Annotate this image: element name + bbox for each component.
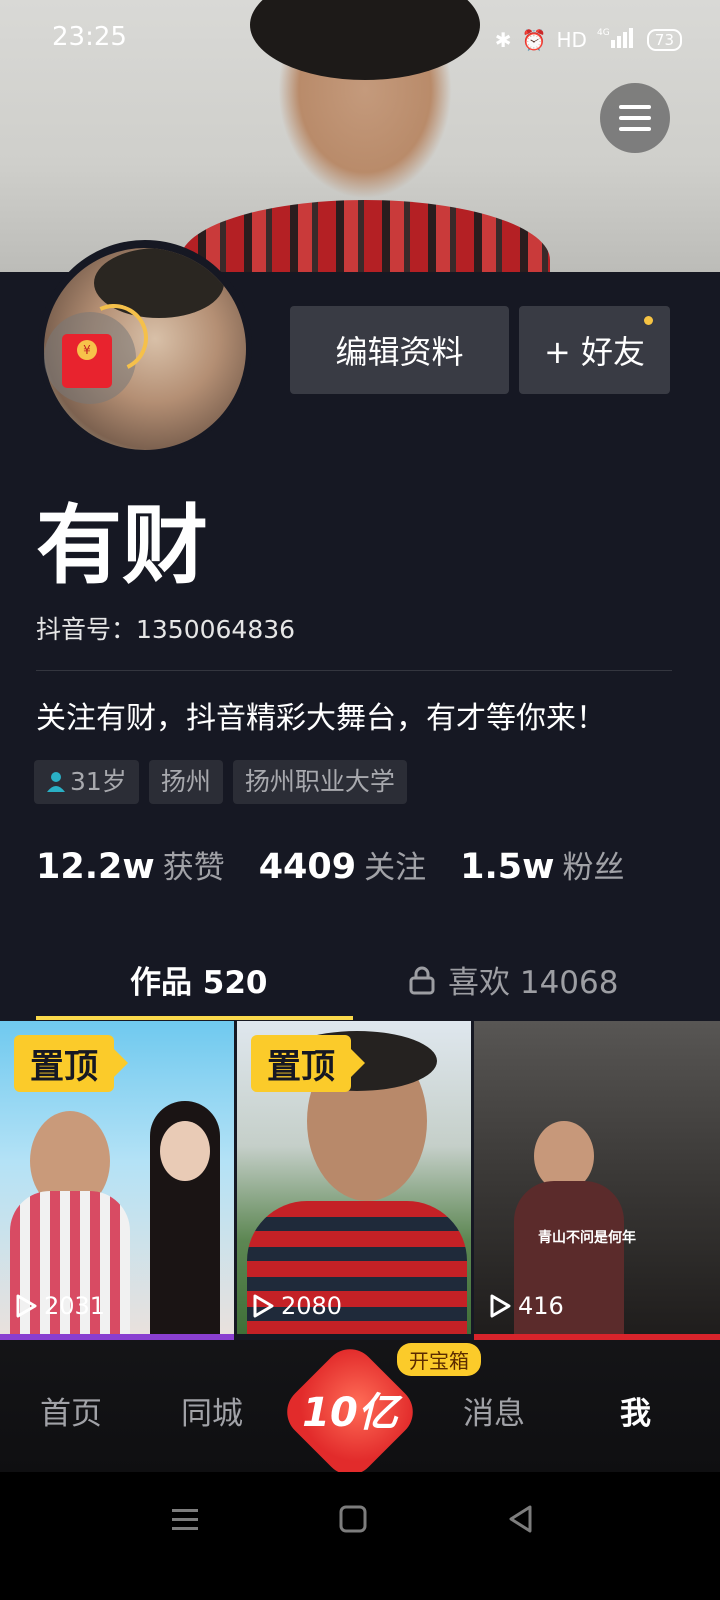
coin-icon: ¥ <box>77 340 97 360</box>
stat-value: 1.5w <box>460 847 555 887</box>
video-caption: 青山不问是何年 <box>538 1230 636 1246</box>
tag-label: 扬州 <box>160 767 211 796</box>
nav-home[interactable]: 首页 <box>40 1388 102 1433</box>
stat-followers[interactable]: 1.5w 粉丝 <box>460 842 624 887</box>
tag-school[interactable]: 扬州职业大学 <box>232 760 407 804</box>
video-tile[interactable]: 置顶 2080 <box>237 1021 471 1334</box>
video-tile[interactable]: 青山不问是何年 416 <box>474 1021 720 1334</box>
alarm-icon: ⏰ <box>521 27 547 52</box>
bluetooth-icon: ✱ <box>494 27 512 52</box>
tag-age[interactable]: 31岁 <box>34 760 139 804</box>
stat-value: 12.2w <box>36 847 155 887</box>
stat-label: 粉丝 <box>562 850 625 886</box>
nav-city[interactable]: 同城 <box>181 1388 243 1433</box>
back-icon[interactable] <box>504 1502 538 1536</box>
video-tile[interactable]: 置顶 2031 <box>0 1021 234 1334</box>
status-time: 23:25 <box>52 22 127 52</box>
tag-label: 扬州职业大学 <box>244 767 395 796</box>
play-count: 416 <box>488 1292 564 1320</box>
notification-dot <box>644 316 653 325</box>
pinned-badge: 置顶 <box>14 1035 128 1092</box>
profile-bio: 关注有财，抖音精彩大舞台，有才等你来！ <box>36 701 606 736</box>
signal-icon: 4G <box>597 26 637 53</box>
lock-icon <box>409 966 435 994</box>
nav-messages[interactable]: 消息 <box>463 1388 525 1433</box>
play-icon <box>253 1294 274 1318</box>
tab-likes[interactable]: 喜欢 14068 <box>408 957 618 1002</box>
person-icon <box>47 772 65 792</box>
battery-icon: 73 <box>646 28 682 51</box>
play-count-value: 2031 <box>44 1292 106 1320</box>
menu-button[interactable] <box>600 83 670 153</box>
video-person <box>160 1121 210 1181</box>
tab-indicator <box>36 1016 353 1020</box>
stat-following[interactable]: 4409 关注 <box>259 842 426 887</box>
edit-profile-button[interactable]: 编辑资料 <box>290 306 509 394</box>
network-label: HD <box>556 27 587 52</box>
treasure-amount: 10亿 <box>302 1390 398 1436</box>
menu-icon-line <box>619 116 651 120</box>
recents-icon[interactable] <box>168 1502 202 1536</box>
signal-type: 4G <box>597 28 610 38</box>
divider <box>36 670 672 671</box>
system-nav-bar <box>0 1472 720 1600</box>
play-count: 2080 <box>251 1292 342 1320</box>
stat-label: 获赞 <box>162 850 225 886</box>
stat-likes[interactable]: 12.2w 获赞 <box>36 842 225 887</box>
nav-me[interactable]: 我 <box>620 1388 651 1433</box>
pinned-badge: 置顶 <box>251 1035 365 1092</box>
play-count: 2031 <box>14 1292 105 1320</box>
profile-name: 有财 <box>36 496 208 596</box>
play-count-value: 2080 <box>281 1292 343 1320</box>
play-icon <box>16 1294 37 1318</box>
play-icon <box>490 1294 511 1318</box>
play-count-value: 416 <box>518 1292 564 1320</box>
stat-value: 4409 <box>258 847 357 887</box>
status-icons: ✱ ⏰ HD 4G 73 <box>495 26 682 53</box>
tag-label: 31岁 <box>70 767 127 796</box>
menu-icon-line <box>619 127 651 131</box>
menu-icon-line <box>619 105 651 109</box>
douyin-id: 抖音号：1350064836 <box>36 615 296 644</box>
treasure-label[interactable]: 开宝箱 <box>397 1343 481 1376</box>
tab-works[interactable]: 作品 520 <box>130 957 268 1002</box>
profile-tags: 31岁 扬州 扬州职业大学 <box>34 760 407 804</box>
tag-city[interactable]: 扬州 <box>148 760 223 804</box>
tab-likes-label: 喜欢 14068 <box>448 965 619 1001</box>
stat-label: 关注 <box>364 850 427 886</box>
profile-stats: 12.2w 获赞 4409 关注 1.5w 粉丝 <box>36 842 624 887</box>
red-packet-icon[interactable]: ¥ <box>62 334 112 388</box>
home-icon[interactable] <box>336 1502 370 1536</box>
